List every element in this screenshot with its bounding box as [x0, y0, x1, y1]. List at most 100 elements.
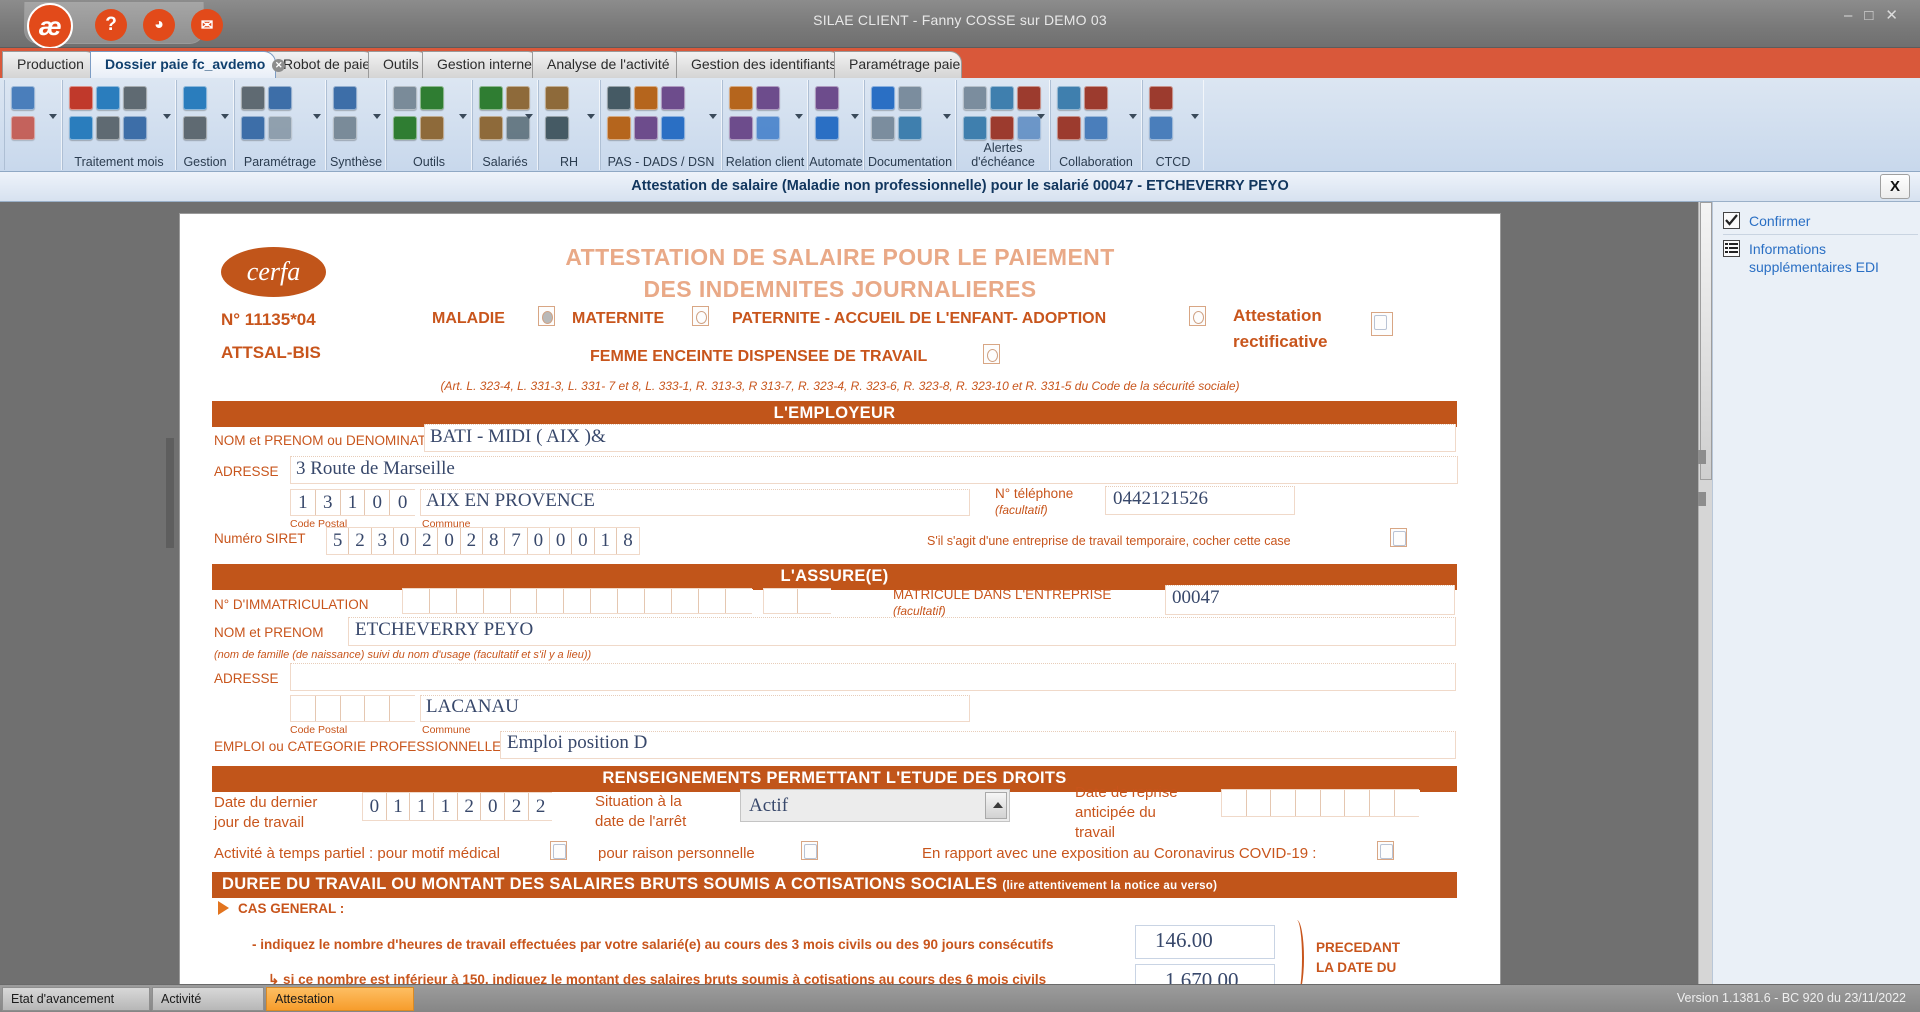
char-box[interactable]: [1246, 790, 1272, 816]
tab-outils[interactable]: Outils: [368, 51, 430, 78]
ribbon-command-icon[interactable]: [1057, 86, 1081, 110]
ribbon-command-icon[interactable]: [123, 86, 147, 110]
char-box[interactable]: [1394, 790, 1420, 816]
ribbon-command-icon[interactable]: [990, 116, 1014, 140]
chevron-down-icon[interactable]: [525, 114, 533, 119]
panel-splitter-handle-bottom[interactable]: [1698, 492, 1706, 506]
char-box[interactable]: [671, 589, 699, 613]
document-scrollbar-thumb[interactable]: [1700, 202, 1712, 480]
char-box[interactable]: [1222, 790, 1247, 816]
char-box[interactable]: [797, 589, 831, 613]
ribbon-command-icon[interactable]: [545, 116, 569, 140]
ribbon-command-icon[interactable]: [990, 86, 1014, 110]
chevron-down-icon[interactable]: [709, 114, 717, 119]
ribbon-command-icon[interactable]: [333, 86, 357, 110]
char-box[interactable]: 1: [594, 528, 617, 554]
char-box[interactable]: [510, 589, 538, 613]
status-tab-activit[interactable]: Activité: [152, 987, 264, 1011]
status-tab-attestation[interactable]: Attestation: [266, 987, 414, 1011]
option-radio-maladie[interactable]: [538, 306, 555, 326]
ribbon-command-icon[interactable]: [69, 116, 93, 140]
parttime-personal-checkbox[interactable]: [801, 841, 818, 860]
char-box[interactable]: 3: [315, 490, 341, 515]
tab-gestion-interne[interactable]: Gestion interne: [422, 51, 540, 78]
ribbon-command-icon[interactable]: [268, 86, 292, 110]
ribbon-command-icon[interactable]: [1017, 86, 1041, 110]
ribbon-command-icon[interactable]: [506, 116, 530, 140]
document-scrollbar[interactable]: [1698, 202, 1712, 984]
char-box[interactable]: [698, 589, 726, 613]
ribbon-command-icon[interactable]: [729, 86, 753, 110]
maximize-button[interactable]: □: [1864, 7, 1885, 24]
ribbon-command-icon[interactable]: [393, 86, 417, 110]
ribbon-command-icon[interactable]: [898, 116, 922, 140]
ribbon-command-icon[interactable]: [963, 86, 987, 110]
char-box[interactable]: 0: [572, 528, 595, 554]
ribbon-command-icon[interactable]: [661, 86, 685, 110]
ribbon-command-icon[interactable]: [241, 86, 265, 110]
ribbon-command-icon[interactable]: [69, 86, 93, 110]
tab-production[interactable]: Production: [2, 51, 98, 78]
employer-address-field[interactable]: [290, 456, 1458, 484]
char-box[interactable]: [1345, 790, 1371, 816]
ribbon-command-icon[interactable]: [756, 116, 780, 140]
ribbon-command-icon[interactable]: [1149, 86, 1173, 110]
char-box[interactable]: [483, 589, 511, 613]
char-box[interactable]: 2: [528, 793, 553, 820]
char-box[interactable]: 8: [483, 528, 506, 554]
char-box[interactable]: [340, 696, 366, 721]
char-box[interactable]: [764, 589, 798, 613]
window-controls[interactable]: –□✕: [1844, 6, 1910, 24]
char-box[interactable]: 0: [549, 528, 573, 554]
panel-splitter-handle-top[interactable]: [1698, 450, 1706, 464]
ribbon-command-icon[interactable]: [268, 116, 292, 140]
ribbon-command-icon[interactable]: [729, 116, 753, 140]
ribbon-command-icon[interactable]: [123, 116, 147, 140]
ribbon-command-icon[interactable]: [479, 116, 503, 140]
char-box[interactable]: [1271, 790, 1297, 816]
ribbon-command-icon[interactable]: [607, 86, 631, 110]
char-box[interactable]: 7: [505, 528, 528, 554]
char-box[interactable]: 1: [386, 793, 411, 820]
char-box[interactable]: 0: [527, 528, 550, 554]
status-tab-etat-d-avancement[interactable]: Etat d'avancement: [2, 987, 150, 1011]
tab-dossier-paie-fc-avdemo[interactable]: Dossier paie fc_avdemo ✕: [90, 51, 286, 78]
ribbon-command-icon[interactable]: [607, 116, 631, 140]
mail-icon[interactable]: ✉: [191, 9, 223, 41]
char-box[interactable]: [315, 696, 341, 721]
chevron-down-icon[interactable]: [221, 114, 229, 119]
ribbon-command-icon[interactable]: [1149, 116, 1173, 140]
char-box[interactable]: [403, 589, 430, 613]
ribbon-command-icon[interactable]: [1084, 116, 1108, 140]
char-box[interactable]: 1: [291, 490, 316, 515]
help-icon[interactable]: ?: [95, 9, 127, 41]
char-box[interactable]: [365, 696, 391, 721]
char-box[interactable]: [390, 696, 415, 721]
ribbon-command-icon[interactable]: [241, 116, 265, 140]
chevron-down-icon[interactable]: [985, 792, 1007, 819]
char-box[interactable]: 0: [393, 528, 417, 554]
chevron-down-icon[interactable]: [795, 114, 803, 119]
minimize-button[interactable]: –: [1844, 7, 1864, 24]
char-box[interactable]: 2: [457, 793, 482, 820]
char-box[interactable]: 0: [481, 793, 506, 820]
char-box[interactable]: 0: [438, 528, 461, 554]
char-box[interactable]: 2: [460, 528, 484, 554]
ribbon-command-icon[interactable]: [1057, 116, 1081, 140]
temporary-company-checkbox[interactable]: [1390, 528, 1407, 547]
char-box[interactable]: [537, 589, 565, 613]
chat-icon[interactable]: ◕: [143, 9, 175, 41]
chevron-down-icon[interactable]: [459, 114, 467, 119]
char-box[interactable]: [725, 589, 753, 613]
char-box[interactable]: 3: [371, 528, 394, 554]
char-box[interactable]: [429, 589, 457, 613]
char-box[interactable]: [1296, 790, 1321, 816]
char-box[interactable]: [1370, 790, 1395, 816]
option-radio-paternite[interactable]: [1189, 306, 1206, 326]
app-logo-icon[interactable]: æ: [27, 3, 73, 49]
ribbon-command-icon[interactable]: [11, 116, 35, 140]
ribbon-command-icon[interactable]: [479, 86, 503, 110]
ribbon-command-icon[interactable]: [420, 86, 444, 110]
parttime-medical-checkbox[interactable]: [550, 841, 567, 860]
ribbon-command-icon[interactable]: [815, 86, 839, 110]
